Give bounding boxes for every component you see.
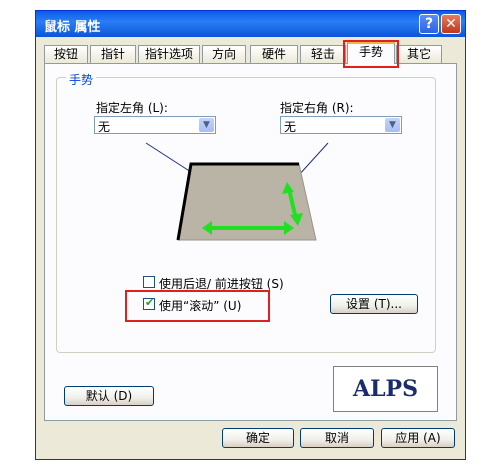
scroll-option-highlight	[125, 290, 270, 322]
alps-logo-text: ALPS	[353, 376, 418, 402]
tab-pointer-options[interactable]: 指针选项	[138, 45, 200, 63]
alps-logo: ALPS	[333, 366, 438, 412]
help-button[interactable]: ?	[419, 14, 439, 34]
touchpad-illustration	[145, 142, 329, 241]
default-button[interactable]: 默认 (D)	[64, 386, 154, 406]
tab-buttons[interactable]: 按钮	[44, 45, 88, 63]
tab-direction[interactable]: 方向	[202, 45, 246, 63]
title-bar[interactable]: 鼠标 属性 ? ✕	[36, 11, 465, 37]
help-icon: ?	[424, 16, 434, 32]
chevron-down-icon[interactable]: ▼	[385, 118, 400, 132]
left-corner-value: 无	[98, 120, 111, 134]
close-icon: ✕	[445, 16, 457, 32]
left-corner-label: 指定左角 (L):	[96, 101, 168, 115]
back-forward-checkbox[interactable]	[143, 276, 155, 288]
gesture-tab-highlight	[343, 40, 399, 68]
left-corner-select[interactable]: 无 ▼	[94, 116, 216, 134]
tab-tap[interactable]: 轻击	[300, 45, 346, 63]
tab-other[interactable]: 其它	[396, 45, 442, 63]
settings-button[interactable]: 设置 (T)...	[330, 294, 418, 314]
right-corner-select[interactable]: 无 ▼	[280, 116, 402, 134]
apply-button[interactable]: 应用 (A)	[381, 428, 455, 448]
chevron-down-icon[interactable]: ▼	[199, 118, 214, 132]
tab-pointers[interactable]: 指针	[90, 45, 136, 63]
right-corner-value: 无	[284, 120, 297, 134]
ok-button[interactable]: 确定	[222, 428, 294, 448]
right-corner-label: 指定右角 (R):	[280, 101, 354, 115]
tab-hardware[interactable]: 硬件	[250, 45, 298, 63]
gesture-group-label: 手势	[66, 71, 97, 88]
cancel-button[interactable]: 取消	[300, 428, 374, 448]
mouse-properties-window: 鼠标 属性 ? ✕ 按钮 指针 指针选项 方向 硬件 轻击 手势 其它 手势 指…	[35, 10, 466, 460]
window-title: 鼠标 属性	[44, 20, 101, 35]
close-button[interactable]: ✕	[441, 14, 461, 34]
